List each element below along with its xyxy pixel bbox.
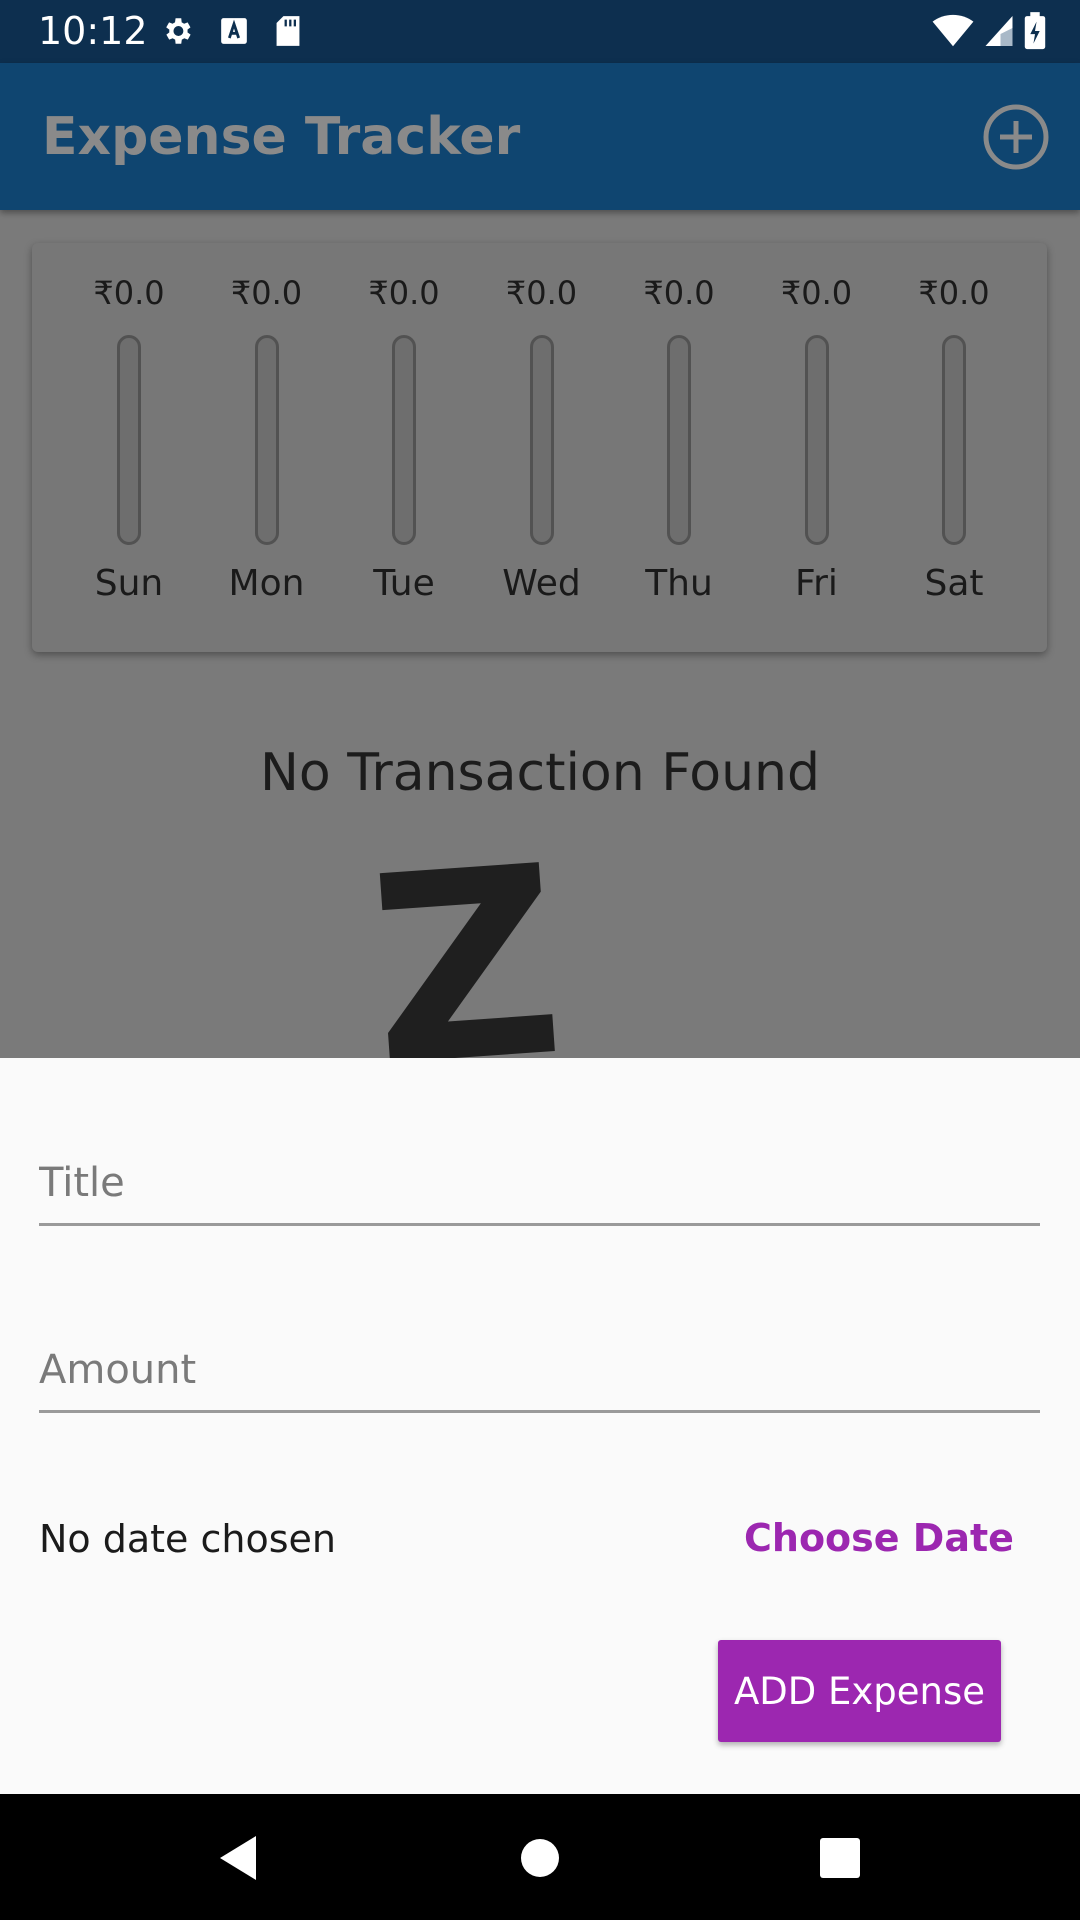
add-circle-icon[interactable] bbox=[982, 103, 1050, 171]
bar-amount-label: ₹0.0 bbox=[505, 274, 578, 312]
bar-track bbox=[942, 335, 966, 545]
bar-day-label: Sat bbox=[924, 563, 984, 604]
bar-amount-label: ₹0.0 bbox=[643, 274, 715, 312]
bar-amount-label: ₹0.0 bbox=[918, 274, 990, 312]
empty-state-message: No Transaction Found bbox=[259, 743, 821, 803]
bar-track bbox=[667, 335, 691, 545]
title-field[interactable] bbox=[39, 1143, 1040, 1226]
signal-icon bbox=[985, 16, 1013, 46]
bar-track bbox=[392, 335, 416, 545]
chart-bar-column: ₹0.0 Tue bbox=[344, 243, 464, 652]
add-expense-button[interactable]: ADD Expense bbox=[718, 1640, 1001, 1742]
battery-charging-icon bbox=[1024, 12, 1046, 50]
chart-bar-column: ₹0.0 Sat bbox=[894, 243, 1014, 652]
status-time: 10:12 bbox=[38, 9, 148, 53]
bar-day-label: Wed bbox=[502, 563, 581, 604]
navigation-bar bbox=[0, 1794, 1080, 1920]
bar-amount-label: ₹0.0 bbox=[780, 274, 853, 312]
chart-bar-column: ₹0.0 Thu bbox=[619, 243, 739, 652]
app-bar: Expense Tracker bbox=[0, 63, 1080, 210]
home-icon[interactable] bbox=[512, 1830, 568, 1886]
app-title: Expense Tracker bbox=[42, 107, 521, 167]
a-badge-icon bbox=[221, 18, 247, 44]
bar-track bbox=[529, 335, 554, 545]
wifi-icon bbox=[932, 14, 974, 47]
date-status-text: No date chosen bbox=[39, 1517, 337, 1561]
bar-day-label: Sun bbox=[94, 563, 164, 604]
bar-amount-label: ₹0.0 bbox=[93, 274, 165, 312]
back-icon[interactable] bbox=[212, 1830, 268, 1886]
status-icons-right bbox=[932, 12, 1046, 50]
bar-track bbox=[254, 335, 279, 545]
bar-track bbox=[804, 335, 829, 545]
chart-bar-column: ₹0.0 Mon bbox=[207, 243, 327, 652]
bar-amount-label: ₹0.0 bbox=[230, 274, 303, 312]
amount-field[interactable] bbox=[39, 1330, 1040, 1413]
status-icons-left bbox=[160, 14, 302, 48]
chart-bar-column: ₹0.0 Fri bbox=[757, 243, 877, 652]
weekly-chart-card: ₹0.0 Sun ₹0.0 Mon ₹0.0 Tue ₹0.0 Wed ₹0.0 Thu ₹0.0 F… bbox=[32, 243, 1047, 652]
bar-day-label: Thu bbox=[645, 563, 713, 604]
bar-day-label: Mon bbox=[228, 563, 305, 604]
chart-bar-column: ₹0.0 Sun bbox=[69, 243, 189, 652]
sd-card-icon bbox=[276, 16, 300, 46]
title-input[interactable] bbox=[39, 1143, 1040, 1223]
bar-track bbox=[117, 335, 141, 545]
sleep-z-image: Z bbox=[361, 810, 571, 1126]
choose-date-button[interactable]: Choose Date bbox=[744, 1513, 1014, 1563]
status-bar: 10:12 bbox=[0, 0, 1080, 63]
chart-bar-column: ₹0.0 Wed bbox=[482, 243, 602, 652]
amount-input[interactable] bbox=[39, 1330, 1040, 1410]
recents-icon[interactable] bbox=[812, 1830, 868, 1886]
bar-amount-label: ₹0.0 bbox=[368, 274, 440, 312]
bar-day-label: Tue bbox=[373, 563, 435, 604]
gear-icon bbox=[166, 18, 191, 44]
bar-day-label: Fri bbox=[795, 563, 838, 604]
